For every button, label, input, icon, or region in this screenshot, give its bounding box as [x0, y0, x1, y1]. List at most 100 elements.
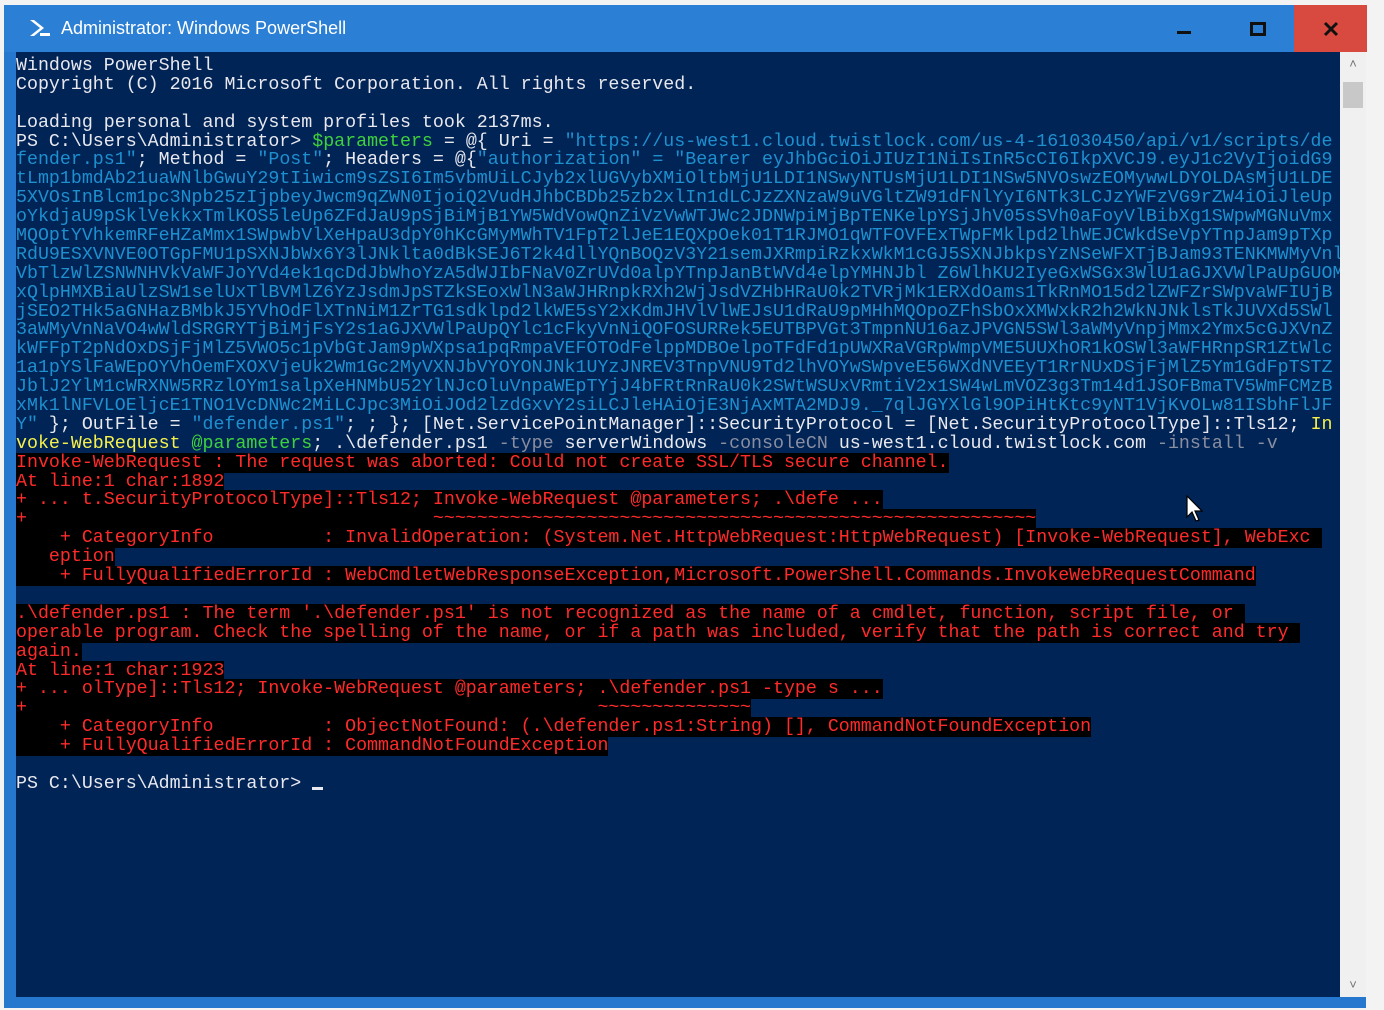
console-text: RdU9ESXVNVE0OTGpFMU1pSXNJbWx6Y3lJNklta0d…: [16, 244, 1340, 265]
console-line: RdU9ESXVNVE0OTGpFMU1pSXNJbWx6Y3lJNklta0d…: [16, 244, 1340, 265]
console-text: @parameters: [191, 433, 313, 454]
console-text: $parameters: [312, 131, 433, 152]
console-line: oYkdjaU9pSklVekkxTmlKOS5leUp6ZFdJaU9pSjB…: [16, 208, 1340, 227]
console-line: At line:1 char:1923: [16, 660, 1340, 681]
console-text: ; .\defender.ps1: [312, 433, 499, 454]
maximize-icon: [1249, 21, 1266, 36]
console-text: oYkdjaU9pSklVekkxTmlKOS5leUp6ZFdJaU9pSjB…: [16, 207, 1333, 228]
console-text: "Post": [257, 150, 324, 171]
console-text: PS C:\Users\Administrator>: [16, 773, 313, 794]
console-line: xMk1lNFVLOEljcE1TNO1VcDNWc2MiLCJpc3MiOiJ…: [16, 397, 1340, 416]
console-line: Y" }; OutFile = "defender.ps1"; ; }; [Ne…: [16, 414, 1340, 435]
console-line: + ~~~~~~~~~~~~~~: [16, 698, 1340, 719]
console-line: kWFFpT2pNdOxDSjFjMlZ5VWO5c1pVbGtJam9pWXp…: [16, 340, 1340, 359]
error-text: eption: [16, 547, 115, 568]
scrollbar-thumb[interactable]: [1343, 82, 1363, 108]
console-line: + FullyQualifiedErrorId : WebCmdletWebRe…: [16, 566, 1340, 587]
console-text: "defender.ps1": [191, 414, 346, 435]
error-text: again.: [16, 641, 82, 662]
minimize-icon: [1176, 30, 1191, 34]
error-text: At line:1 char:1892: [16, 471, 225, 492]
console-line: again.: [16, 641, 1340, 662]
console-text: xQlpHMXBiaUlzSW1selUxTlBVMlZ6YzJsdmJpSTZ…: [16, 282, 1333, 303]
console-text: "https://us-west1.cloud.twistlock.com/us…: [564, 131, 1333, 152]
console-text: jSEO2THk5aGNHazBMbkJ5YVhOdFlXTnNiM1ZrTG1…: [16, 301, 1333, 322]
console-line: jSEO2THk5aGNHazBMbkJ5YVhOdFlXTnNiM1ZrTG1…: [16, 301, 1340, 322]
window-title: Administrator: Windows PowerShell: [61, 18, 347, 38]
vertical-scrollbar[interactable]: ˄ ˅: [1340, 52, 1366, 997]
console-text: kWFFpT2pNdOxDSjFjMlZ5VWO5c1pVbGtJam9pWXp…: [16, 339, 1333, 360]
console-line: + CategoryInfo : InvalidOperation: (Syst…: [16, 528, 1340, 549]
console-line: .\defender.ps1 : The term '.\defender.ps…: [16, 603, 1340, 624]
console-line: + FullyQualifiedErrorId : CommandNotFoun…: [16, 736, 1340, 757]
console-text: PS C:\Users\Administrator>: [16, 131, 313, 152]
console-line: 5XVOsInBlcm1pc3Npb25zIjpbeyJwcm9qZWN0Ijo…: [16, 189, 1340, 208]
console-output[interactable]: Windows PowerShell Copyright (C) 2016 Mic…: [16, 52, 1340, 997]
console-line: PS C:\Users\Administrator>: [16, 773, 1340, 794]
error-text: + ~~~~~~~~~~~~~~~~~~~~~~~~~~~~~~~~~~~~~~…: [16, 509, 1037, 530]
console-text: = @{ Uri =: [432, 131, 565, 152]
console-text: 3aWMyVnNaVO4wWldSRGRYTjBiMjFsY2s1aGJXVWl…: [16, 320, 1333, 341]
console-text: fender.ps1": [16, 150, 137, 171]
console-line: + CategoryInfo : ObjectNotFound: (.\defe…: [16, 717, 1340, 738]
console-text: In: [1310, 414, 1333, 435]
console-line: + ... t.SecurityProtocolType]::Tls12; In…: [16, 490, 1340, 511]
error-text: .\defender.ps1 : The term '.\defender.ps…: [16, 603, 1245, 624]
console-text: -type: [498, 433, 554, 454]
console-line: Loading personal and system profiles too…: [16, 112, 1340, 133]
scroll-down-icon[interactable]: ˅: [1340, 973, 1366, 997]
console-line: MQOptYVhkemRFeHZaMmx1SWpwbVlXeHpaU3dpY0h…: [16, 227, 1340, 246]
console-text: JblJ2YlM1cWRXNW5RRzlOYm1salpXeHNMbU52YlN…: [16, 377, 1333, 398]
console-line: voke-WebRequest @parameters; .\defender.…: [16, 433, 1340, 454]
console-text: }; OutFile =: [37, 414, 192, 435]
console-text: serverWindows: [553, 433, 719, 454]
scroll-up-icon[interactable]: ˄: [1340, 52, 1366, 76]
error-text: + CategoryInfo : ObjectNotFound: (.\defe…: [16, 717, 1092, 738]
console-line: At line:1 char:1892: [16, 471, 1340, 492]
console-text: xMk1lNFVLOEljcE1TNO1VcDNWc2MiLCJpc3MiOiJ…: [16, 396, 1333, 417]
console-text: -consoleCN: [718, 433, 828, 454]
console-text: 1a1pYSlFaWEpOYVhOemFXOXVjeUk2Wm1Gc2MyVXN…: [16, 358, 1333, 379]
console-text: Y": [16, 414, 38, 435]
console-text: Loading personal and system profiles too…: [16, 112, 554, 133]
error-text: + ~~~~~~~~~~~~~~: [16, 698, 752, 719]
error-text: + ... t.SecurityProtocolType]::Tls12; In…: [16, 490, 883, 511]
console-text: Windows PowerShell: [16, 56, 214, 76]
console-text: ; ; }; [Net.ServicePointManager]::Securi…: [345, 414, 1311, 435]
text-cursor: [312, 786, 324, 790]
console-line: PS C:\Users\Administrator> $parameters =…: [16, 131, 1340, 152]
console-text: VbTlzWlZSNWNHVkVaWFJoYVd4ek1qcDdJbWhoYzA…: [16, 263, 1340, 284]
maximize-button[interactable]: [1221, 5, 1294, 52]
console-text: us-west1.cloud.twistlock.com: [827, 433, 1157, 454]
close-icon: [1323, 21, 1338, 36]
console-line: eption: [16, 547, 1340, 568]
console-text: 5XVOsInBlcm1pc3Npb25zIjpbeyJwcm9qZWN0Ijo…: [16, 188, 1333, 209]
error-text: operable program. Check the spelling of …: [16, 622, 1300, 643]
error-text: Invoke-WebRequest : The request was abor…: [16, 452, 949, 473]
console-text: Copyright (C) 2016 Microsoft Corporation…: [16, 74, 697, 95]
console-line: fender.ps1"; Method = "Post"; Headers = …: [16, 151, 1340, 170]
console-text: voke-WebRequest: [16, 433, 192, 454]
console-line: Windows PowerShell: [16, 57, 1340, 76]
console-text: "authorization" = "Bearer eyJhbGciOiJIUz…: [476, 150, 1333, 171]
error-text: At line:1 char:1923: [16, 660, 225, 681]
window-border: [4, 997, 1366, 1008]
console-text: ; Headers = @{: [323, 150, 477, 171]
console-line: JblJ2YlM1cWRXNW5RRzlOYm1salpXeHNMbU52YlN…: [16, 378, 1340, 397]
error-text: + CategoryInfo : InvalidOperation: (Syst…: [16, 528, 1322, 549]
console-line: xQlpHMXBiaUlzSW1selUxTlBVMlZ6YzJsdmJpSTZ…: [16, 282, 1340, 303]
console-text: tLmp1bmdAb21uaWNlbGwuY29tIiwicm9sZSI6Im5…: [16, 169, 1333, 190]
close-button[interactable]: [1294, 5, 1367, 52]
console-text: ; Method =: [136, 150, 258, 171]
console-line: 1a1pYSlFaWEpOYVhOemFXOXVjeUk2Wm1Gc2MyVXN…: [16, 359, 1340, 378]
powershell-window: Administrator: Windows PowerShell Window…: [4, 5, 1367, 1008]
title-bar[interactable]: Administrator: Windows PowerShell: [4, 5, 1367, 52]
minimize-button[interactable]: [1147, 5, 1220, 52]
console-line: Invoke-WebRequest : The request was abor…: [16, 452, 1340, 473]
console-line: tLmp1bmdAb21uaWNlbGwuY29tIiwicm9sZSI6Im5…: [16, 170, 1340, 189]
error-text: + FullyQualifiedErrorId : WebCmdletWebRe…: [16, 566, 1256, 587]
console-line: 3aWMyVnNaVO4wWldSRGRYTjBiMjFsY2s1aGJXVWl…: [16, 321, 1340, 340]
console-text: MQOptYVhkemRFeHZaMmx1SWpwbVlXeHpaU3dpY0h…: [16, 226, 1333, 247]
